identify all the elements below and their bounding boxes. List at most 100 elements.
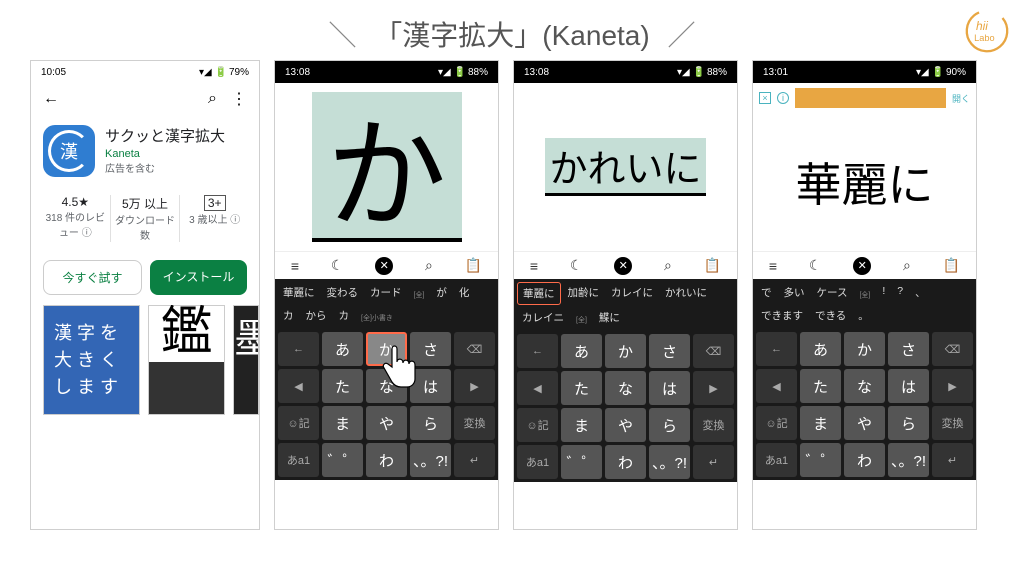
suggestion-item[interactable]: カ bbox=[334, 305, 355, 326]
key-↵[interactable]: ↵ bbox=[693, 445, 734, 479]
suggestion-item[interactable]: で bbox=[756, 282, 777, 303]
search-icon[interactable]: ⌕ bbox=[903, 257, 911, 274]
suggestion-item[interactable]: できます bbox=[756, 305, 808, 326]
suggestion-item[interactable]: から bbox=[301, 305, 332, 326]
key-☺記[interactable]: ☺記 bbox=[278, 406, 319, 440]
key-わ[interactable]: わ bbox=[366, 443, 407, 477]
suggestion-item[interactable]: 華麗に bbox=[278, 282, 320, 303]
key-や[interactable]: や bbox=[605, 408, 646, 442]
suggestion-item[interactable]: できる bbox=[810, 305, 851, 326]
key-あ[interactable]: あ bbox=[322, 332, 363, 366]
key-↵[interactable]: ↵ bbox=[932, 443, 973, 477]
key-さ[interactable]: さ bbox=[888, 332, 929, 366]
suggestion-item[interactable]: カレイニ bbox=[517, 307, 569, 328]
key-゛゜[interactable]: ゛゜ bbox=[561, 445, 602, 479]
kana-keyboard[interactable]: ←あかさ⌫◀たなは▶☺記まやら変換あa1゛゜わ、。?!↵ bbox=[753, 329, 976, 480]
suggestion-bar[interactable]: 華麗に変わるカード[全]が化カからカ[全]小書き bbox=[275, 279, 498, 329]
key-変換[interactable]: 変換 bbox=[693, 408, 734, 442]
clipboard-icon[interactable]: 📋 bbox=[465, 257, 482, 274]
install-button[interactable]: インストール bbox=[150, 260, 247, 295]
key-変換[interactable]: 変換 bbox=[454, 406, 495, 440]
suggestion-item[interactable]: 、 bbox=[910, 282, 931, 303]
suggestion-item[interactable]: カ bbox=[278, 305, 299, 326]
back-icon[interactable]: ← bbox=[43, 90, 59, 108]
suggestion-item[interactable]: 化 bbox=[454, 282, 475, 303]
key-←[interactable]: ← bbox=[278, 332, 319, 366]
suggestion-bar[interactable]: で多いケース[全]!?、できますできる。 bbox=[753, 279, 976, 329]
key-←[interactable]: ← bbox=[756, 332, 797, 366]
key-▶[interactable]: ▶ bbox=[932, 369, 973, 403]
suggestion-item[interactable]: ! bbox=[877, 282, 890, 303]
more-icon[interactable]: ⋮ bbox=[231, 89, 247, 109]
key-変換[interactable]: 変換 bbox=[932, 406, 973, 440]
menu-icon[interactable]: ≡ bbox=[769, 258, 777, 274]
key-▶[interactable]: ▶ bbox=[454, 369, 495, 403]
key-わ[interactable]: わ bbox=[605, 445, 646, 479]
suggestion-item[interactable]: ? bbox=[892, 282, 908, 303]
key-ま[interactable]: ま bbox=[800, 406, 841, 440]
key-は[interactable]: は bbox=[649, 371, 690, 405]
key-⌫[interactable]: ⌫ bbox=[932, 332, 973, 366]
clipboard-icon[interactable]: 📋 bbox=[704, 257, 721, 274]
menu-icon[interactable]: ≡ bbox=[530, 258, 538, 274]
key-な[interactable]: な bbox=[366, 369, 407, 403]
key-▶[interactable]: ▶ bbox=[693, 371, 734, 405]
suggestion-item[interactable]: 。 bbox=[853, 305, 874, 326]
key-さ[interactable]: さ bbox=[649, 334, 690, 368]
suggestion-item[interactable]: が bbox=[431, 282, 452, 303]
key-⌫[interactable]: ⌫ bbox=[454, 332, 495, 366]
key-さ[interactable]: さ bbox=[410, 332, 451, 366]
key-あa1[interactable]: あa1 bbox=[756, 443, 797, 477]
suggestion-item[interactable]: 加齢に bbox=[563, 282, 605, 305]
suggestion-item[interactable]: 多い bbox=[779, 282, 810, 303]
key-☺記[interactable]: ☺記 bbox=[517, 408, 558, 442]
suggestion-item[interactable]: ケース bbox=[812, 282, 853, 303]
key-ら[interactable]: ら bbox=[649, 408, 690, 442]
moon-icon[interactable]: ☾ bbox=[570, 257, 583, 274]
key-か[interactable]: か bbox=[366, 332, 407, 366]
suggestion-item[interactable]: 変わる bbox=[322, 282, 364, 303]
key-゛゜[interactable]: ゛゜ bbox=[322, 443, 363, 477]
suggestion-item[interactable]: カード bbox=[365, 282, 407, 303]
key-←[interactable]: ← bbox=[517, 334, 558, 368]
key-た[interactable]: た bbox=[561, 371, 602, 405]
moon-icon[interactable]: ☾ bbox=[331, 257, 344, 274]
key-な[interactable]: な bbox=[844, 369, 885, 403]
key-や[interactable]: や bbox=[366, 406, 407, 440]
key-あ[interactable]: あ bbox=[800, 332, 841, 366]
key-あ[interactable]: あ bbox=[561, 334, 602, 368]
key-ら[interactable]: ら bbox=[410, 406, 451, 440]
clear-icon[interactable]: ✕ bbox=[614, 257, 632, 275]
suggestion-item[interactable]: [全] bbox=[571, 312, 592, 328]
developer-link[interactable]: Kaneta bbox=[105, 148, 225, 160]
key-↵[interactable]: ↵ bbox=[454, 443, 495, 477]
key-゛゜[interactable]: ゛゜ bbox=[800, 443, 841, 477]
search-icon[interactable]: ⌕ bbox=[425, 257, 433, 274]
menu-icon[interactable]: ≡ bbox=[291, 258, 299, 274]
key-か[interactable]: か bbox=[605, 334, 646, 368]
key-、。?![interactable]: 、。?! bbox=[649, 445, 690, 479]
key-ま[interactable]: ま bbox=[322, 406, 363, 440]
key-わ[interactable]: わ bbox=[844, 443, 885, 477]
try-button[interactable]: 今すぐ試す bbox=[43, 260, 142, 295]
key-ま[interactable]: ま bbox=[561, 408, 602, 442]
key-、。?![interactable]: 、。?! bbox=[410, 443, 451, 477]
key-た[interactable]: た bbox=[322, 369, 363, 403]
key-◀[interactable]: ◀ bbox=[517, 371, 558, 405]
suggestion-item[interactable]: [全]小書き bbox=[356, 310, 398, 326]
screenshot-carousel[interactable]: 漢 字 を大 き くし ま す 鑑 墨 bbox=[31, 305, 259, 415]
ad-close-icon[interactable]: × bbox=[759, 92, 771, 104]
moon-icon[interactable]: ☾ bbox=[809, 257, 822, 274]
key-な[interactable]: な bbox=[605, 371, 646, 405]
key-、。?![interactable]: 、。?! bbox=[888, 443, 929, 477]
suggestion-item[interactable]: [全] bbox=[409, 287, 430, 303]
kana-keyboard[interactable]: ←あかさ⌫◀たなは▶☺記まやら変換あa1゛゜わ、。?!↵ bbox=[275, 329, 498, 480]
clipboard-icon[interactable]: 📋 bbox=[943, 257, 960, 274]
suggestion-item[interactable]: 鰈に bbox=[594, 307, 625, 328]
suggestion-item[interactable]: [全] bbox=[854, 287, 875, 303]
key-☺記[interactable]: ☺記 bbox=[756, 406, 797, 440]
key-ら[interactable]: ら bbox=[888, 406, 929, 440]
kana-keyboard[interactable]: ←あかさ⌫◀たなは▶☺記まやら変換あa1゛゜わ、。?!↵ bbox=[514, 331, 737, 482]
key-あa1[interactable]: あa1 bbox=[517, 445, 558, 479]
key-や[interactable]: や bbox=[844, 406, 885, 440]
